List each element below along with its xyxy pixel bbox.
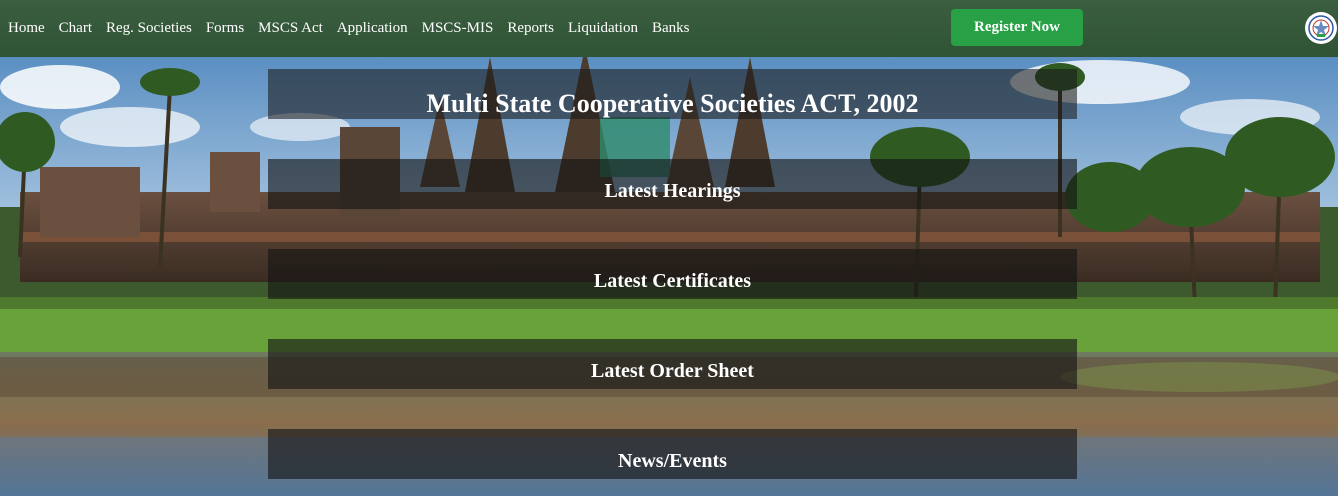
latest-hearings-panel[interactable]: Latest Hearings [268, 159, 1077, 209]
government-emblem-icon[interactable] [1305, 12, 1337, 44]
nav-chart[interactable]: Chart [59, 20, 92, 37]
nav-menu: Home Chart Reg. Societies Forms MSCS Act Appl… [8, 0, 703, 57]
act-title-panel: Multi State Cooperative Societies ACT, 2… [268, 69, 1077, 119]
nav-application[interactable]: Application [337, 20, 408, 37]
nav-forms[interactable]: Forms [206, 20, 244, 37]
nav-reg-societies[interactable]: Reg. Societies [106, 20, 192, 37]
nav-home[interactable]: Home [8, 20, 45, 37]
nav-mscs-act[interactable]: MSCS Act [258, 20, 323, 37]
latest-certificates-heading[interactable]: Latest Certificates [268, 249, 1077, 291]
page: Home Chart Reg. Societies Forms MSCS Act Appl… [0, 0, 1338, 496]
latest-order-sheet-heading[interactable]: Latest Order Sheet [268, 339, 1077, 381]
register-now-button[interactable]: Register Now [951, 9, 1083, 46]
top-navbar: Home Chart Reg. Societies Forms MSCS Act Appl… [0, 0, 1338, 57]
nav-banks[interactable]: Banks [652, 20, 690, 37]
news-events-panel[interactable]: News/Events [268, 429, 1077, 479]
nav-mscs-mis[interactable]: MSCS-MIS [422, 20, 494, 37]
latest-hearings-heading[interactable]: Latest Hearings [268, 159, 1077, 201]
latest-order-sheet-panel[interactable]: Latest Order Sheet [268, 339, 1077, 389]
nav-liquidation[interactable]: Liquidation [568, 20, 638, 37]
page-title: Multi State Cooperative Societies ACT, 2… [426, 89, 919, 118]
latest-certificates-panel[interactable]: Latest Certificates [268, 249, 1077, 299]
news-events-heading[interactable]: News/Events [268, 429, 1077, 471]
nav-reports[interactable]: Reports [507, 20, 554, 37]
